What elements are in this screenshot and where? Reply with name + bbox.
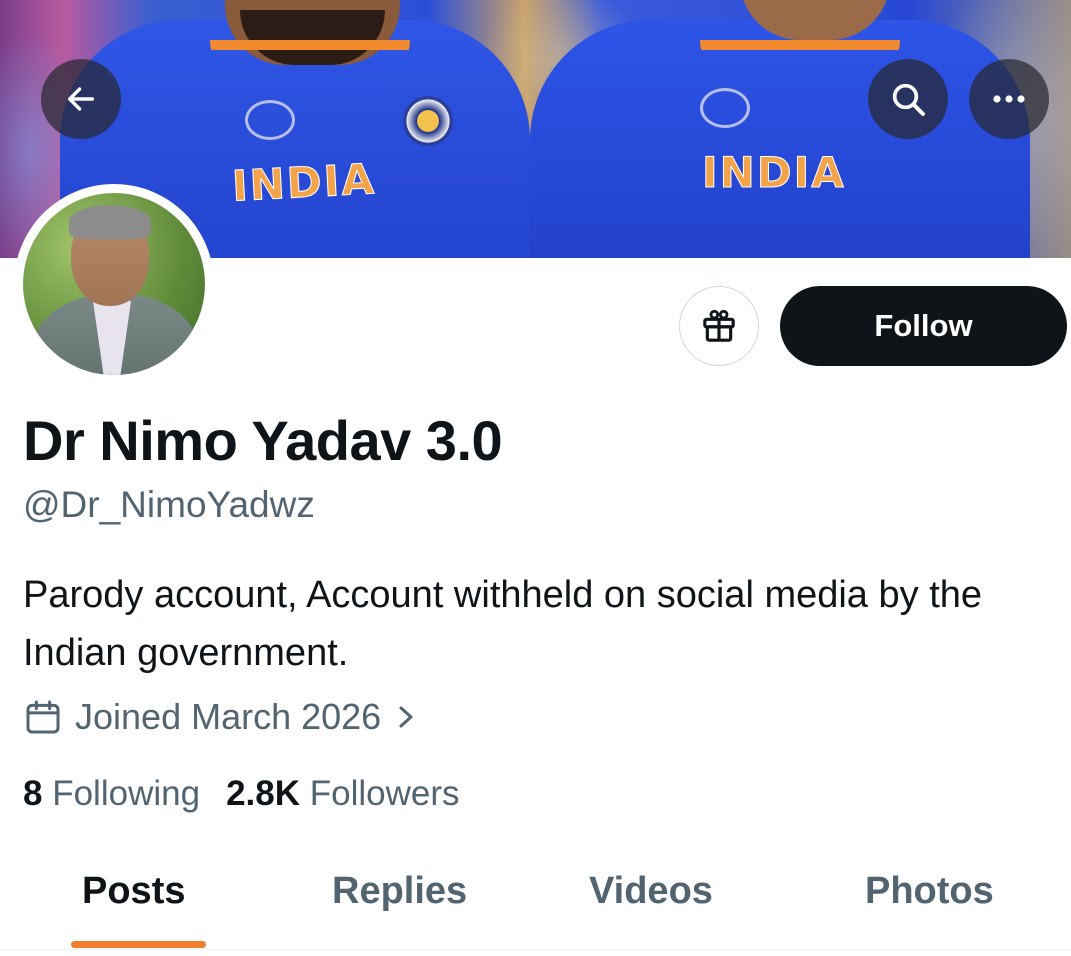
joined-date-row[interactable]: Joined March 2026 — [23, 696, 417, 738]
following-label: Following — [52, 774, 201, 813]
joined-date: Joined March 2026 — [75, 696, 382, 737]
followers-link[interactable]: 2.8K Followers — [226, 774, 459, 814]
search-icon — [892, 83, 925, 116]
avatar[interactable] — [14, 184, 214, 384]
bcci-badge — [403, 96, 453, 146]
world-cup-logo-right — [700, 88, 750, 128]
back-button[interactable] — [41, 59, 121, 139]
avatar-hair — [69, 205, 151, 239]
followers-count: 2.8K — [226, 774, 300, 813]
avatar-image — [23, 193, 205, 375]
following-count: 8 — [23, 774, 43, 813]
banner-collar-left — [210, 40, 410, 80]
tab-videos[interactable]: Videos — [589, 870, 713, 913]
world-cup-logo-left — [245, 100, 295, 140]
chevron-right-icon — [399, 706, 413, 728]
active-tab-indicator — [71, 941, 206, 948]
handle: @Dr_NimoYadwz — [23, 484, 315, 525]
bio: Parody account, Account withheld on soci… — [23, 574, 983, 674]
follow-button[interactable]: Follow — [780, 286, 1067, 366]
jersey-text-right: INDIA — [702, 148, 846, 198]
more-button[interactable] — [969, 59, 1049, 139]
follow-stats: 8 Following 2.8K Followers — [23, 774, 486, 814]
more-horizontal-icon — [993, 95, 1025, 103]
tab-photos[interactable]: Photos — [865, 870, 994, 913]
followers-label: Followers — [309, 774, 460, 813]
jersey-text-left: INDIA — [230, 154, 377, 211]
arrow-left-icon — [67, 87, 95, 111]
search-button[interactable] — [868, 59, 948, 139]
display-name: Dr Nimo Yadav 3.0 — [23, 409, 503, 472]
profile-tabs: Posts Replies Videos Photos — [0, 840, 1071, 950]
calendar-icon — [26, 700, 60, 734]
following-link[interactable]: 8 Following — [23, 774, 200, 814]
tab-replies[interactable]: Replies — [332, 870, 467, 913]
gift-button[interactable] — [679, 286, 759, 366]
banner-collar-right — [700, 40, 900, 80]
tab-posts[interactable]: Posts — [82, 870, 185, 913]
gift-icon — [703, 309, 735, 342]
